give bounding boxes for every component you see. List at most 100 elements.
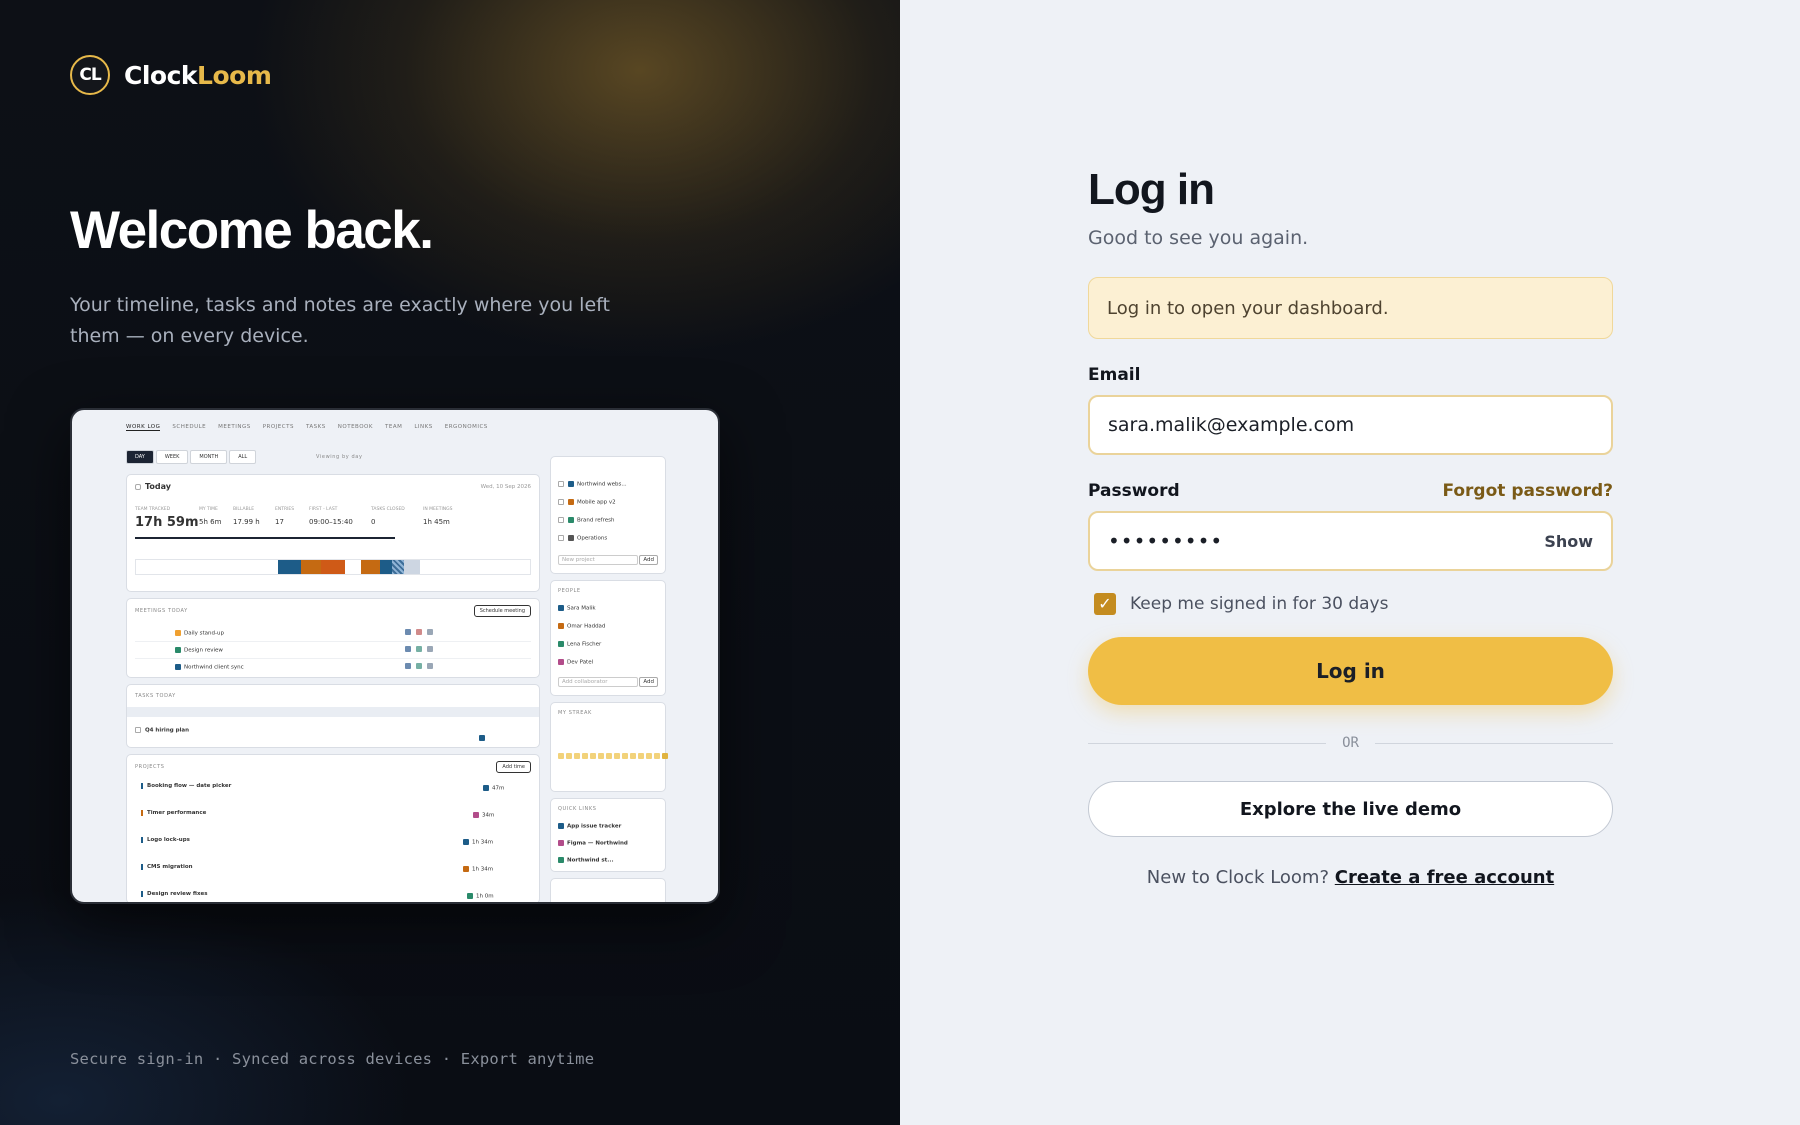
preview-meeting: Northwind client sync bbox=[184, 664, 244, 671]
preview-entry-dur: 34m bbox=[482, 812, 495, 819]
welcome-title: Welcome back. bbox=[70, 201, 434, 260]
preview-range-toggle: DAY WEEK MONTH ALL bbox=[126, 450, 257, 464]
preview-stat-value: 17h 59m bbox=[135, 515, 199, 530]
login-subtitle: Good to see you again. bbox=[1088, 227, 1309, 249]
preview-people-title: PEOPLE bbox=[558, 588, 581, 594]
preview-meetings-card: MEETINGS TODAY Schedule meeting Daily st… bbox=[126, 598, 540, 678]
preview-tab: ERGONOMICS bbox=[444, 424, 488, 430]
hero-footnote: Secure sign-in · Synced across devices ·… bbox=[70, 1050, 595, 1068]
preview-entry-dur: 1h 0m bbox=[476, 893, 494, 900]
explore-demo-button[interactable]: Explore the live demo bbox=[1088, 781, 1613, 837]
preview-side-project: Mobile app v2 bbox=[577, 499, 616, 506]
preview-streak: MY STREAK bbox=[550, 702, 668, 792]
divider-line bbox=[1374, 742, 1614, 744]
preview-stat-value: 0 bbox=[371, 518, 376, 526]
welcome-lead: Your timeline, tasks and notes are exact… bbox=[70, 294, 610, 347]
email-label-row: Email bbox=[1088, 365, 1613, 385]
preview-stat-label: ENTRIES bbox=[275, 507, 295, 512]
preview-stat-label: FIRST - LAST bbox=[309, 507, 338, 512]
preview-tasks-title: TASKS TODAY bbox=[135, 693, 176, 699]
preview-side-project: Northwind webs... bbox=[577, 481, 627, 488]
preview-tab: WORK LOG bbox=[126, 424, 161, 431]
login-form: Log in Good to see you again. Log in to … bbox=[1088, 165, 1614, 888]
dashboard-preview: WORK LOG SCHEDULE MEETINGS PROJECTS TASK… bbox=[70, 408, 720, 904]
preview-tab: LINKS bbox=[414, 424, 433, 430]
preview-tabs: WORK LOG SCHEDULE MEETINGS PROJECTS TASK… bbox=[126, 424, 488, 431]
preview-entry-dur: 47m bbox=[492, 785, 505, 792]
clockloom-logo-icon: CL bbox=[70, 55, 110, 95]
preview-projects-title: PROJECTS bbox=[135, 764, 165, 770]
preview-timeline bbox=[135, 559, 531, 575]
preview-add-time: Add time bbox=[496, 761, 531, 773]
preview-stat-value: 09:00–15:40 bbox=[309, 518, 353, 526]
preview-entry-dur: 1h 34m bbox=[472, 866, 494, 873]
login-title: Log in bbox=[1088, 165, 1215, 214]
preview-side-projects: Northwind webs... Mobile app v2 Brand re… bbox=[550, 456, 666, 574]
email-field[interactable]: sara.malik@example.com bbox=[1088, 395, 1613, 455]
preview-stat-value: 17 bbox=[275, 518, 284, 526]
preview-add: Add bbox=[639, 555, 658, 565]
preview-projects-card: PROJECTS Add time Booking flow — date pi… bbox=[126, 754, 540, 902]
preview-person: Dev Patel bbox=[567, 659, 594, 666]
mini-dashboard: WORK LOG SCHEDULE MEETINGS PROJECTS TASK… bbox=[126, 420, 668, 902]
preview-tab: NOTEBOOK bbox=[337, 424, 373, 430]
keep-signed-in-label: Keep me signed in for 30 days bbox=[1130, 594, 1389, 614]
preview-links-title: QUICK LINKS bbox=[558, 806, 597, 812]
keep-signed-in-checkbox[interactable]: ✓ bbox=[1094, 593, 1116, 615]
preview-entry: Logo lock-ups bbox=[141, 837, 190, 843]
preview-stat-label: BILLABLE bbox=[233, 507, 255, 512]
preview-meeting: Daily stand-up bbox=[184, 630, 224, 637]
preview-seg: ALL bbox=[229, 450, 257, 464]
preview-stat-label: MY TIME bbox=[199, 507, 218, 512]
brand[interactable]: CL ClockLoom bbox=[70, 55, 272, 95]
brand-name: ClockLoom bbox=[124, 60, 272, 90]
brand-name-part-1: Clock bbox=[124, 60, 198, 90]
hero-panel: CL ClockLoom Welcome back. Your timeline… bbox=[0, 0, 900, 1125]
preview-links: QUICK LINKS App issue tracker Figma — No… bbox=[550, 798, 666, 872]
preview-person: Omar Haddad bbox=[567, 623, 606, 630]
preview-stat-value: 5h 6m bbox=[199, 518, 222, 526]
preview-add: Add bbox=[639, 677, 658, 687]
password-value: ••••••••• bbox=[1108, 529, 1224, 553]
brand-name-part-2: Loom bbox=[197, 60, 272, 90]
preview-person: Sara Malik bbox=[567, 605, 596, 612]
preview-meetings-title: MEETINGS TODAY bbox=[135, 608, 188, 614]
preview-progress bbox=[135, 537, 395, 539]
password-label: Password bbox=[1088, 481, 1180, 501]
divider-line bbox=[1088, 742, 1327, 744]
preview-new-project: New project bbox=[558, 555, 638, 565]
preview-today-card: Today Wed, 10 Sep 2026 TEAM TRACKED 17h … bbox=[126, 474, 540, 592]
preview-schedule-button: Schedule meeting bbox=[473, 605, 531, 617]
login-button[interactable]: Log in bbox=[1088, 637, 1613, 705]
checkmark-icon: ✓ bbox=[1098, 594, 1112, 613]
preview-meeting: Design review bbox=[184, 647, 223, 654]
preview-tasks-card: TASKS TODAY Q4 hiring plan bbox=[126, 684, 540, 748]
email-value: sara.malik@example.com bbox=[1108, 414, 1355, 436]
preview-person: Lena Fischer bbox=[567, 641, 602, 648]
password-label-row: Password Forgot password? bbox=[1088, 481, 1613, 501]
preview-tab: PROJECTS bbox=[262, 424, 294, 430]
preview-add-collab: Add collaborator bbox=[558, 677, 638, 687]
create-account-link[interactable]: Create a free account bbox=[1335, 867, 1554, 888]
preview-tab: MEETINGS bbox=[218, 424, 251, 430]
keep-signed-in-row[interactable]: ✓ Keep me signed in for 30 days bbox=[1088, 593, 1613, 615]
preview-viewing: Viewing by day bbox=[316, 454, 363, 460]
preview-streak-title: MY STREAK bbox=[558, 710, 592, 716]
or-label: OR bbox=[1342, 735, 1359, 751]
show-password-button[interactable]: Show bbox=[1544, 532, 1593, 551]
preview-entry: Design review fixes bbox=[141, 891, 208, 897]
preview-tab: TASKS bbox=[305, 424, 326, 430]
preview-link: App issue tracker bbox=[567, 823, 622, 830]
login-panel: Log in Good to see you again. Log in to … bbox=[900, 0, 1800, 1125]
forgot-password-link[interactable]: Forgot password? bbox=[1442, 481, 1613, 501]
password-field[interactable]: ••••••••• Show bbox=[1088, 511, 1613, 571]
preview-entry: Timer performance bbox=[141, 810, 206, 816]
preview-seg: WEEK bbox=[155, 450, 189, 464]
preview-entry: CMS migration bbox=[141, 864, 193, 870]
preview-side-project: Operations bbox=[577, 535, 608, 542]
preview-seg: MONTH bbox=[190, 450, 228, 464]
preview-entry: Booking flow — date picker bbox=[141, 783, 231, 789]
email-label: Email bbox=[1088, 365, 1141, 385]
preview-stat-label: TEAM TRACKED bbox=[135, 507, 171, 512]
preview-tab: TEAM bbox=[385, 424, 403, 430]
